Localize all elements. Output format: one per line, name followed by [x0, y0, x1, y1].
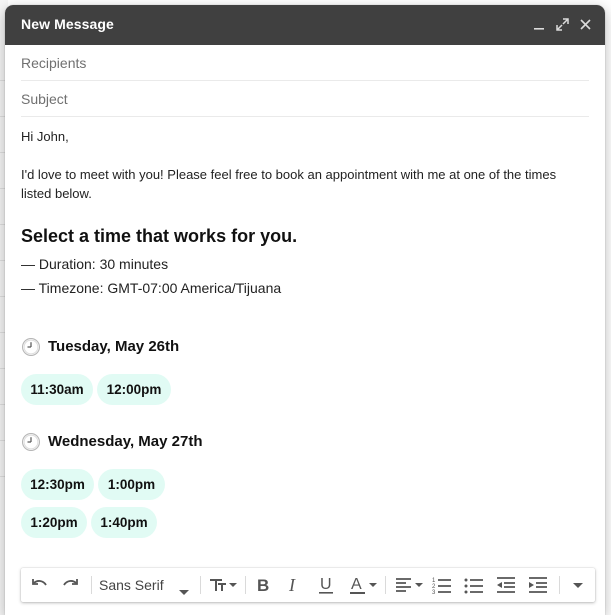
day-label: Tuesday, May 26th	[48, 338, 180, 355]
svg-text:3: 3	[432, 590, 436, 596]
bulleted-list-icon[interactable]	[463, 574, 485, 596]
time-slot-button[interactable]: 12:30pm	[21, 469, 94, 500]
font-family-value: Sans Serif	[99, 577, 164, 593]
recipients-field[interactable]: Recipients	[21, 45, 589, 81]
subject-placeholder: Subject	[21, 91, 68, 107]
intro-line-1: I'd love to meet with you! Please feel f…	[21, 167, 557, 182]
redo-icon[interactable]	[59, 574, 81, 596]
indent-less-icon[interactable]	[495, 574, 517, 596]
select-time-heading: Select a time that works for you.	[21, 226, 298, 246]
intro-line-2: listed below.	[21, 186, 92, 201]
timezone-text: — Timezone: GMT-07:00 America/Tijuana	[21, 280, 282, 296]
italic-icon[interactable]: I	[283, 574, 305, 596]
time-slot-button[interactable]: 1:40pm	[91, 507, 157, 538]
font-size-icon[interactable]	[207, 574, 239, 596]
formatting-toolbar: Sans Serif B I U A 1 2 3	[21, 568, 595, 602]
indent-more-icon[interactable]	[527, 574, 549, 596]
expand-icon[interactable]	[554, 16, 572, 34]
day-label: Wednesday, May 27th	[48, 433, 203, 450]
greeting-text: Hi John,	[21, 129, 69, 144]
subject-field[interactable]: Subject	[21, 81, 589, 117]
numbered-list-icon[interactable]: 1 2 3	[431, 574, 453, 596]
more-options-icon[interactable]	[567, 574, 589, 596]
compose-titlebar[interactable]: New Message	[5, 5, 605, 45]
time-slot-button[interactable]: 1:20pm	[21, 507, 87, 538]
clock-icon	[21, 432, 41, 457]
chevron-down-icon	[179, 583, 189, 601]
time-slot-button[interactable]: 1:00pm	[98, 469, 165, 500]
compose-window: New Message Recipients Subject Hi John, …	[5, 5, 605, 615]
time-slot-button[interactable]: 11:30am	[21, 374, 93, 405]
svg-text:I: I	[288, 575, 296, 595]
clock-icon	[21, 337, 41, 362]
bold-icon[interactable]: B	[252, 574, 274, 596]
recipients-placeholder: Recipients	[21, 55, 87, 71]
time-slot-button[interactable]: 12:00pm	[97, 374, 171, 405]
svg-text:B: B	[257, 576, 269, 595]
close-icon[interactable]	[577, 16, 595, 34]
svg-text:U: U	[320, 576, 332, 593]
align-icon[interactable]	[393, 574, 425, 596]
duration-text: — Duration: 30 minutes	[21, 256, 169, 272]
window-title: New Message	[21, 16, 114, 32]
text-color-icon[interactable]: A	[347, 574, 379, 596]
svg-text:A: A	[351, 576, 362, 593]
underline-icon[interactable]: U	[315, 574, 337, 596]
font-family-select[interactable]: Sans Serif	[99, 574, 195, 596]
minimize-icon[interactable]	[531, 16, 549, 34]
undo-icon[interactable]	[29, 574, 51, 596]
